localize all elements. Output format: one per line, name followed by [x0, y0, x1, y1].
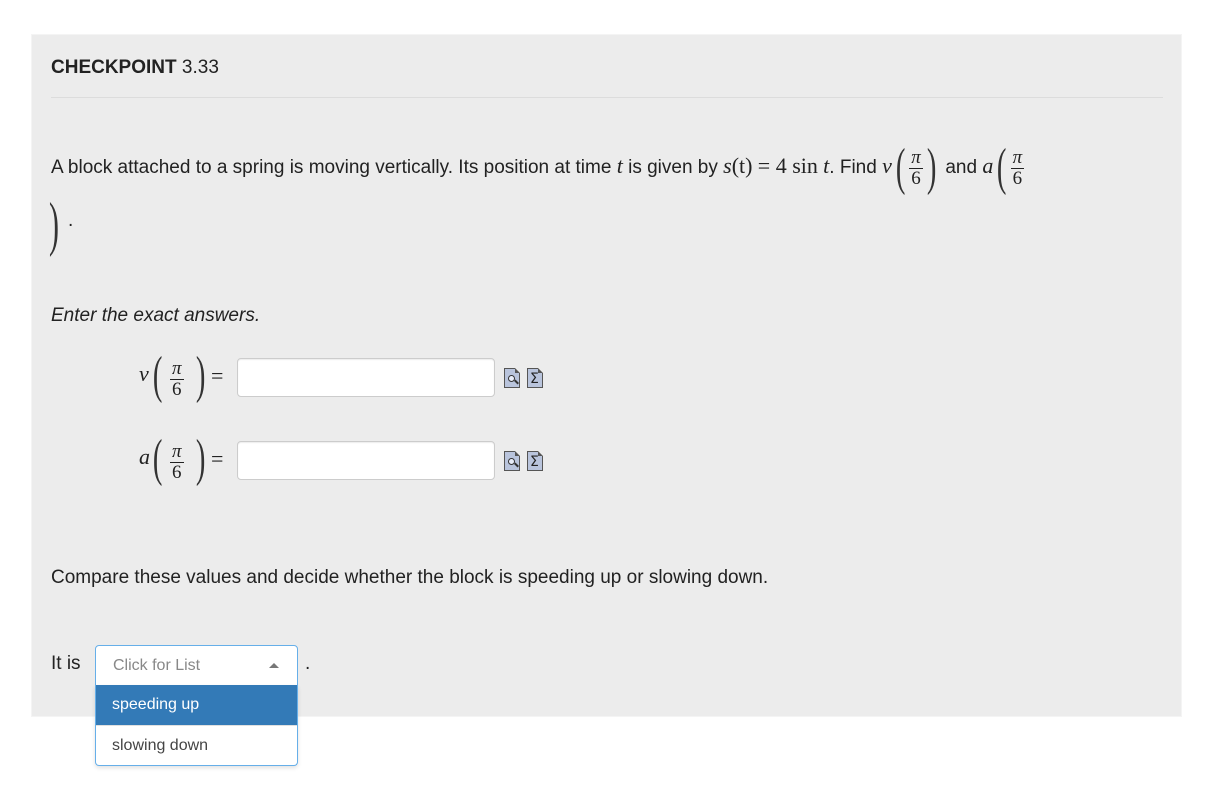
- var-t: t: [616, 153, 623, 179]
- fraction-pi-over-6: π6: [170, 359, 184, 400]
- right-paren-wrapped: ): [48, 191, 59, 257]
- problem-text-and: and: [945, 157, 978, 179]
- frac-num: π: [172, 441, 182, 462]
- equation-editor-icon[interactable]: Σ: [527, 451, 543, 471]
- right-paren: ): [195, 430, 206, 487]
- preview-icon[interactable]: [504, 451, 520, 471]
- var-v: v: [882, 153, 892, 179]
- answer-select[interactable]: Click for List: [95, 645, 298, 686]
- var-a: a: [982, 153, 994, 179]
- option-slowing-down[interactable]: slowing down: [96, 725, 297, 765]
- expr-arg: (t): [731, 153, 753, 179]
- left-paren: (: [152, 430, 163, 487]
- frac-num: π: [1012, 146, 1023, 168]
- problem-text-3: . Find: [829, 157, 877, 179]
- problem-end-period: .: [68, 210, 74, 231]
- frac-den: 6: [909, 167, 923, 189]
- left-paren: (: [997, 139, 1007, 196]
- left-paren: (: [152, 347, 163, 404]
- checkpoint-label: CHECKPOINT: [51, 57, 177, 78]
- instruction-text: Enter the exact answers.: [51, 305, 261, 326]
- answer-var: a: [139, 444, 150, 469]
- answer-input-v[interactable]: [237, 358, 495, 397]
- answer-input-a[interactable]: [237, 441, 495, 480]
- dropdown-prefix: It is: [51, 653, 81, 674]
- fraction-pi-over-6: π6: [1010, 146, 1025, 189]
- preview-icon[interactable]: [504, 368, 520, 388]
- answer-var: v: [139, 361, 149, 386]
- equals-sign: =: [211, 446, 224, 471]
- fraction-pi-over-6: π6: [170, 442, 184, 483]
- right-paren: ): [926, 139, 937, 196]
- frac-num: π: [172, 358, 182, 379]
- answer-label-v: v ( π6 ) =: [135, 347, 235, 407]
- checkpoint-title: CHECKPOINT 3.33: [51, 57, 219, 79]
- equation-editor-icon[interactable]: Σ: [527, 368, 543, 388]
- left-paren: (: [895, 139, 906, 196]
- frac-den: 6: [170, 462, 184, 483]
- select-placeholder: Click for List: [113, 657, 201, 674]
- problem-text-2: is given by: [628, 157, 718, 179]
- title-divider: [51, 97, 1163, 98]
- frac-num: π: [911, 146, 921, 168]
- answer-label-a: a ( π6 ) =: [135, 430, 235, 490]
- problem-statement: A block attached to a spring is moving v…: [51, 139, 1171, 196]
- compare-text: Compare these values and decide whether …: [51, 567, 769, 588]
- caret-up-icon: [269, 663, 279, 668]
- option-speeding-up[interactable]: speeding up: [96, 685, 297, 725]
- frac-den: 6: [170, 379, 184, 400]
- checkpoint-number: 3.33: [181, 57, 219, 78]
- dropdown-suffix: .: [305, 653, 311, 674]
- var-s: s: [723, 153, 732, 179]
- expr-rhs: = 4 sin: [757, 153, 818, 179]
- dropdown-menu: speeding up slowing down: [95, 685, 298, 766]
- right-paren: ): [195, 347, 206, 404]
- problem-text-1: A block attached to a spring is moving v…: [51, 157, 612, 179]
- fraction-pi-over-6: π6: [909, 146, 923, 189]
- frac-den: 6: [1010, 167, 1025, 189]
- equals-sign: =: [211, 363, 224, 388]
